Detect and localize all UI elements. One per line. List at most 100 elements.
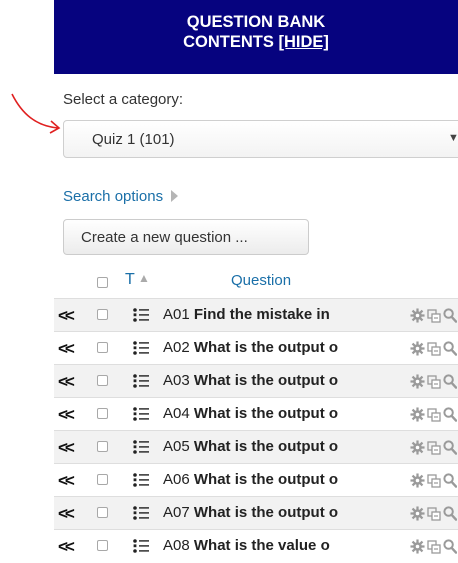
question-name: What is the output o <box>193 372 339 389</box>
question-type-icon <box>133 341 149 355</box>
duplicate-icon[interactable] <box>427 342 441 356</box>
question-name: What is the output o <box>193 504 339 521</box>
question-name: What is the value o <box>193 537 330 554</box>
row-checkbox[interactable] <box>97 342 108 353</box>
question-type-icon <box>133 506 149 520</box>
duplicate-icon[interactable] <box>427 507 441 521</box>
duplicate-icon[interactable] <box>427 375 441 389</box>
expand-triangle-icon <box>171 190 179 202</box>
question-column-header[interactable]: Question <box>231 272 291 289</box>
question-list: << A01 Find the mistake in << A02 What i… <box>54 298 458 562</box>
question-id: A04 <box>163 405 190 422</box>
question-id: A03 <box>163 372 190 389</box>
row-checkbox[interactable] <box>97 441 108 452</box>
question-row: << A01 Find the mistake in <box>54 298 458 331</box>
question-id: A07 <box>163 504 190 521</box>
row-checkbox[interactable] <box>97 375 108 386</box>
duplicate-icon[interactable] <box>427 309 441 323</box>
question-name: What is the output o <box>193 405 339 422</box>
preview-magnifier-icon[interactable] <box>443 308 457 323</box>
question-type-icon <box>133 308 149 322</box>
question-row: << A02 What is the output o <box>54 331 458 364</box>
question-row: << A07 What is the output o <box>54 496 458 529</box>
row-checkbox[interactable] <box>97 408 108 419</box>
gear-icon[interactable] <box>410 374 425 389</box>
row-checkbox[interactable] <box>97 309 108 320</box>
row-checkbox[interactable] <box>97 474 108 485</box>
search-options-link[interactable]: Search options <box>63 188 179 205</box>
add-to-quiz-icon[interactable]: << <box>58 405 75 425</box>
preview-magnifier-icon[interactable] <box>443 407 457 422</box>
question-type-icon <box>133 407 149 421</box>
question-text: A08 What is the value o <box>163 537 412 554</box>
add-to-quiz-icon[interactable]: << <box>58 372 75 392</box>
add-to-quiz-icon[interactable]: << <box>58 339 75 359</box>
question-text: A01 Find the mistake in <box>163 306 412 323</box>
add-to-quiz-icon[interactable]: << <box>58 306 75 326</box>
question-text: A07 What is the output o <box>163 504 412 521</box>
preview-magnifier-icon[interactable] <box>443 506 457 521</box>
preview-magnifier-icon[interactable] <box>443 539 457 554</box>
category-select[interactable]: Quiz 1 (101) ▼ <box>63 120 458 158</box>
question-text: A04 What is the output o <box>163 405 412 422</box>
add-to-quiz-icon[interactable]: << <box>58 537 75 557</box>
question-bank-header: QUESTION BANK CONTENTS [HIDE] <box>54 0 458 74</box>
add-to-quiz-icon[interactable]: << <box>58 438 75 458</box>
select-all-checkbox[interactable] <box>97 277 108 288</box>
header-title-contents: CONTENTS <box>183 33 274 51</box>
table-header: T ▲ Question <box>54 267 458 295</box>
search-options-label: Search options <box>63 188 164 205</box>
gear-icon[interactable] <box>410 407 425 422</box>
question-text: A06 What is the output o <box>163 471 412 488</box>
gear-icon[interactable] <box>410 506 425 521</box>
question-id: A08 <box>163 537 190 554</box>
duplicate-icon[interactable] <box>427 540 441 554</box>
add-to-quiz-icon[interactable]: << <box>58 471 75 491</box>
hide-link[interactable]: [HIDE] <box>278 33 328 51</box>
gear-icon[interactable] <box>410 341 425 356</box>
duplicate-icon[interactable] <box>427 441 441 455</box>
question-row: << A03 What is the output o <box>54 364 458 397</box>
question-name: Find the mistake in <box>193 306 330 323</box>
question-row: << A08 What is the value o <box>54 529 458 562</box>
header-title-line2: CONTENTS [HIDE] <box>54 32 458 52</box>
duplicate-icon[interactable] <box>427 408 441 422</box>
question-name: What is the output o <box>193 471 339 488</box>
dropdown-caret-icon: ▼ <box>448 132 458 144</box>
header-title-line1: QUESTION BANK <box>186 13 326 31</box>
preview-magnifier-icon[interactable] <box>443 341 457 356</box>
question-text: A05 What is the output o <box>163 438 412 455</box>
question-name: What is the output o <box>193 438 339 455</box>
sort-ascending-icon: ▲ <box>138 271 150 285</box>
gear-icon[interactable] <box>410 539 425 554</box>
preview-magnifier-icon[interactable] <box>443 440 457 455</box>
row-checkbox[interactable] <box>97 507 108 518</box>
type-column-header[interactable]: T <box>125 271 135 289</box>
duplicate-icon[interactable] <box>427 474 441 488</box>
question-text: A03 What is the output o <box>163 372 412 389</box>
question-id: A06 <box>163 471 190 488</box>
gear-icon[interactable] <box>410 473 425 488</box>
category-label: Select a category: <box>63 91 184 108</box>
question-type-icon <box>133 539 149 553</box>
preview-magnifier-icon[interactable] <box>443 473 457 488</box>
question-text: A02 What is the output o <box>163 339 412 356</box>
question-id: A01 <box>163 306 190 323</box>
gear-icon[interactable] <box>410 440 425 455</box>
question-type-icon <box>133 440 149 454</box>
question-id: A02 <box>163 339 190 356</box>
category-selected-value: Quiz 1 (101) <box>92 131 175 148</box>
question-name: What is the output o <box>193 339 339 356</box>
question-type-icon <box>133 374 149 388</box>
question-row: << A05 What is the output o <box>54 430 458 463</box>
question-row: << A04 What is the output o <box>54 397 458 430</box>
preview-magnifier-icon[interactable] <box>443 374 457 389</box>
create-question-button[interactable]: Create a new question ... <box>63 219 309 255</box>
gear-icon[interactable] <box>410 308 425 323</box>
add-to-quiz-icon[interactable]: << <box>58 504 75 524</box>
question-bank-panel: QUESTION BANK CONTENTS [HIDE] Select a c… <box>54 0 458 563</box>
row-checkbox[interactable] <box>97 540 108 551</box>
question-row: << A06 What is the output o <box>54 463 458 496</box>
page: QUESTION BANK CONTENTS [HIDE] Select a c… <box>0 0 458 563</box>
question-type-icon <box>133 473 149 487</box>
